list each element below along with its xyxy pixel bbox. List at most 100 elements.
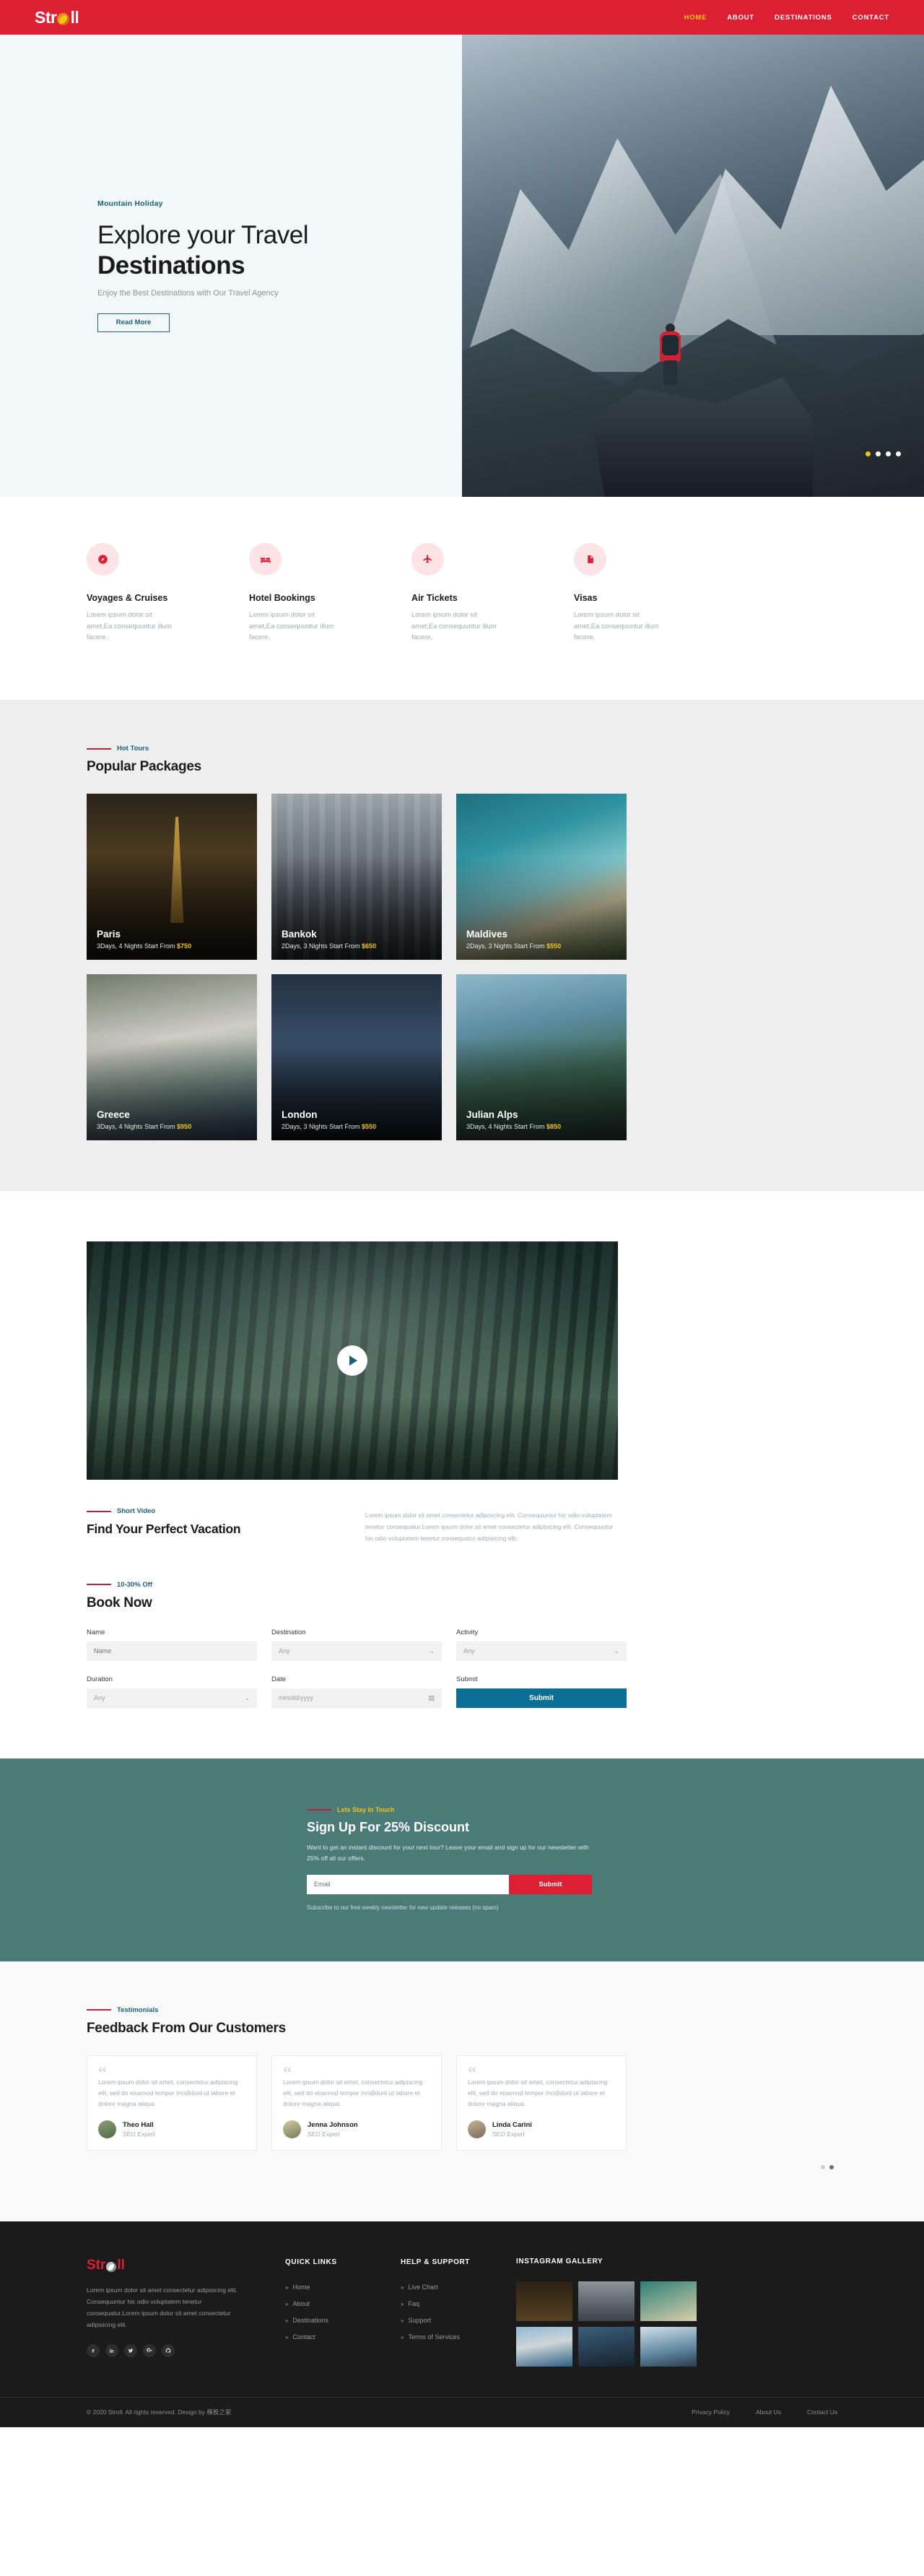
instagram-thumb[interactable] (578, 2326, 635, 2367)
footer-bottom-links: Privacy Policy About Us Contact Us (692, 2408, 837, 2416)
testimonial-slider-dots (0, 2164, 924, 2169)
package-detail: 2Days, 3 Nights Start From $550 (466, 942, 561, 950)
destination-select[interactable]: Any ⌄ (271, 1641, 442, 1661)
package-duration: 2Days, 3 Nights Start From (466, 942, 547, 950)
instagram-grid (516, 2281, 711, 2367)
hero-title-line1: Explore your Travel (97, 221, 309, 250)
instagram-thumb[interactable] (640, 2326, 697, 2367)
package-meta: Paris 3Days, 4 Nights Start From $750 (97, 929, 191, 950)
instagram-thumb[interactable] (640, 2281, 697, 2321)
package-name: Julian Alps (466, 1109, 518, 1121)
main-navigation: HOME ABOUT DESTINATIONS CONTACT (684, 14, 889, 22)
nav-item-contact[interactable]: CONTACT (853, 14, 889, 22)
play-icon[interactable] (337, 1345, 367, 1376)
package-duration: 3Days, 4 Nights Start From (97, 1123, 178, 1131)
facebook-icon[interactable] (87, 2343, 100, 2357)
google-plus-icon[interactable] (143, 2343, 156, 2357)
newsletter-note: Subscribe to our free weekly newsletter … (307, 1904, 499, 1911)
brand-logo[interactable]: Str ll (35, 8, 79, 27)
package-card[interactable]: Paris 3Days, 4 Nights Start From $750 (87, 794, 257, 960)
package-price: $850 (546, 1123, 562, 1131)
footer-privacy-policy[interactable]: Privacy Policy (692, 2408, 730, 2416)
instagram-thumb[interactable] (516, 2326, 572, 2367)
package-card[interactable]: Maldives 2Days, 3 Nights Start From $550 (456, 794, 627, 960)
package-duration: 3Days, 4 Nights Start From (97, 942, 178, 950)
service-desc: Lorem ipsum dolor sit amet,Ea consequunt… (411, 611, 497, 642)
testimonial-text: Lorem ipsum dolor sit amet, consectetur … (283, 2078, 423, 2108)
slider-dot-4[interactable] (896, 451, 901, 456)
nav-item-destinations[interactable]: DESTINATIONS (775, 14, 832, 22)
read-more-button[interactable]: Read More (97, 313, 170, 332)
hero-title-line2: Destinations (97, 251, 245, 279)
chevron-right-icon: » (401, 2317, 404, 2324)
github-icon[interactable] (162, 2343, 175, 2357)
package-card[interactable]: Julian Alps 3Days, 4 Nights Start From $… (456, 974, 627, 1141)
chevron-right-icon: » (285, 2317, 289, 2324)
footer-link-contact[interactable]: » Contact (285, 2333, 401, 2341)
package-duration: 3Days, 4 Nights Start From (466, 1123, 547, 1131)
hero-image-panel (462, 35, 924, 497)
date-input[interactable]: mm/dd/yyyy ▤ (271, 1688, 442, 1708)
package-meta: Maldives 2Days, 3 Nights Start From $550 (466, 929, 561, 950)
kicker-bar (307, 1808, 331, 1810)
footer-link-about[interactable]: » About (285, 2300, 401, 2307)
package-detail: 3Days, 4 Nights Start From $850 (466, 1123, 561, 1130)
author-name: Jenna Johnson (308, 2120, 358, 2129)
testimonial-dot-2[interactable] (829, 2164, 834, 2169)
hero-kicker: Mountain Holiday (97, 199, 163, 209)
twitter-icon[interactable] (124, 2343, 137, 2357)
service-desc: Lorem ipsum dolor sit amet,Ea consequunt… (249, 611, 334, 642)
footer-logo-prefix: Str (87, 2257, 106, 2273)
kicker-label: Hot Tours (117, 745, 149, 753)
slider-dot-1[interactable] (866, 451, 871, 456)
calendar-icon[interactable]: ▤ (428, 1694, 435, 1702)
footer-link-home[interactable]: » Home (285, 2284, 401, 2291)
nav-item-home[interactable]: HOME (684, 14, 707, 22)
vacation-title: Find Your Perfect Vacation (87, 1522, 241, 1537)
linkedin-icon[interactable] (105, 2343, 118, 2357)
package-card[interactable]: London 2Days, 3 Nights Start From $550 (271, 974, 442, 1141)
newsletter-email-input[interactable] (307, 1874, 509, 1894)
package-price: $550 (362, 1123, 377, 1131)
chevron-right-icon: » (285, 2333, 289, 2341)
nav-item-about[interactable]: ABOUT (727, 14, 754, 22)
vacation-text: Lorem ipsum dolor sit amet consectetur a… (365, 1512, 614, 1542)
chevron-down-icon: ⌄ (430, 1647, 435, 1655)
packages-title: Popular Packages (87, 759, 201, 775)
label-name: Name (87, 1628, 105, 1636)
footer-link-destinations[interactable]: » Destinations (285, 2317, 401, 2324)
video-player[interactable] (87, 1241, 618, 1480)
testimonial-card: “ Lorem ipsum dolor sit amet, consectetu… (271, 2055, 442, 2151)
globe-icon (106, 2261, 117, 2272)
footer-link-support[interactable]: » Support (401, 2317, 516, 2324)
footer-logo[interactable]: Str ll (87, 2258, 285, 2273)
book-kicker: 10-30% Off (87, 1581, 924, 1589)
testimonial-dot-1[interactable] (821, 2164, 825, 2169)
instagram-thumb[interactable] (578, 2281, 635, 2321)
instagram-thumb[interactable] (516, 2281, 572, 2321)
newsletter-submit-button[interactable]: Submit (509, 1874, 592, 1894)
package-card[interactable]: Greece 3Days, 4 Nights Start From $950 (87, 974, 257, 1141)
newsletter-form: Submit (307, 1874, 592, 1894)
package-card[interactable]: Bankok 2Days, 3 Nights Start From $650 (271, 794, 442, 960)
name-input[interactable] (87, 1641, 257, 1661)
site-footer: Str ll Lorem ipsum dolor sit amet consect… (0, 2221, 924, 2427)
hero-subtitle: Enjoy the Best Destinations with Our Tra… (97, 288, 279, 298)
footer-about-us[interactable]: About Us (756, 2408, 781, 2416)
newsletter-inner: Lets Stay In Touch Sign Up For 25% Disco… (307, 1806, 617, 1911)
footer-link-live-chart[interactable]: » Live Chart (401, 2284, 516, 2291)
author-role: SEO Expert (308, 2130, 340, 2138)
slider-dot-3[interactable] (886, 451, 891, 456)
package-detail: 3Days, 4 Nights Start From $750 (97, 942, 191, 950)
package-meta: Julian Alps 3Days, 4 Nights Start From $… (466, 1109, 561, 1130)
footer-link-faq[interactable]: » Faq (401, 2300, 516, 2307)
footer-link-terms[interactable]: » Terms of Services (401, 2333, 516, 2341)
hero-title: Explore your Travel Destinations (97, 220, 462, 280)
activity-select[interactable]: Any ⌄ (456, 1641, 627, 1661)
duration-select[interactable]: Any ⌄ (87, 1688, 257, 1708)
footer-instagram: INSTAGRAM GALLERY (516, 2258, 711, 2367)
slider-dot-2[interactable] (876, 451, 881, 456)
booking-submit-button[interactable]: Submit (456, 1688, 627, 1708)
footer-contact-us[interactable]: Contact Us (807, 2408, 837, 2416)
testimonial-author: Jenna Johnson SEO Expert (283, 2120, 430, 2138)
